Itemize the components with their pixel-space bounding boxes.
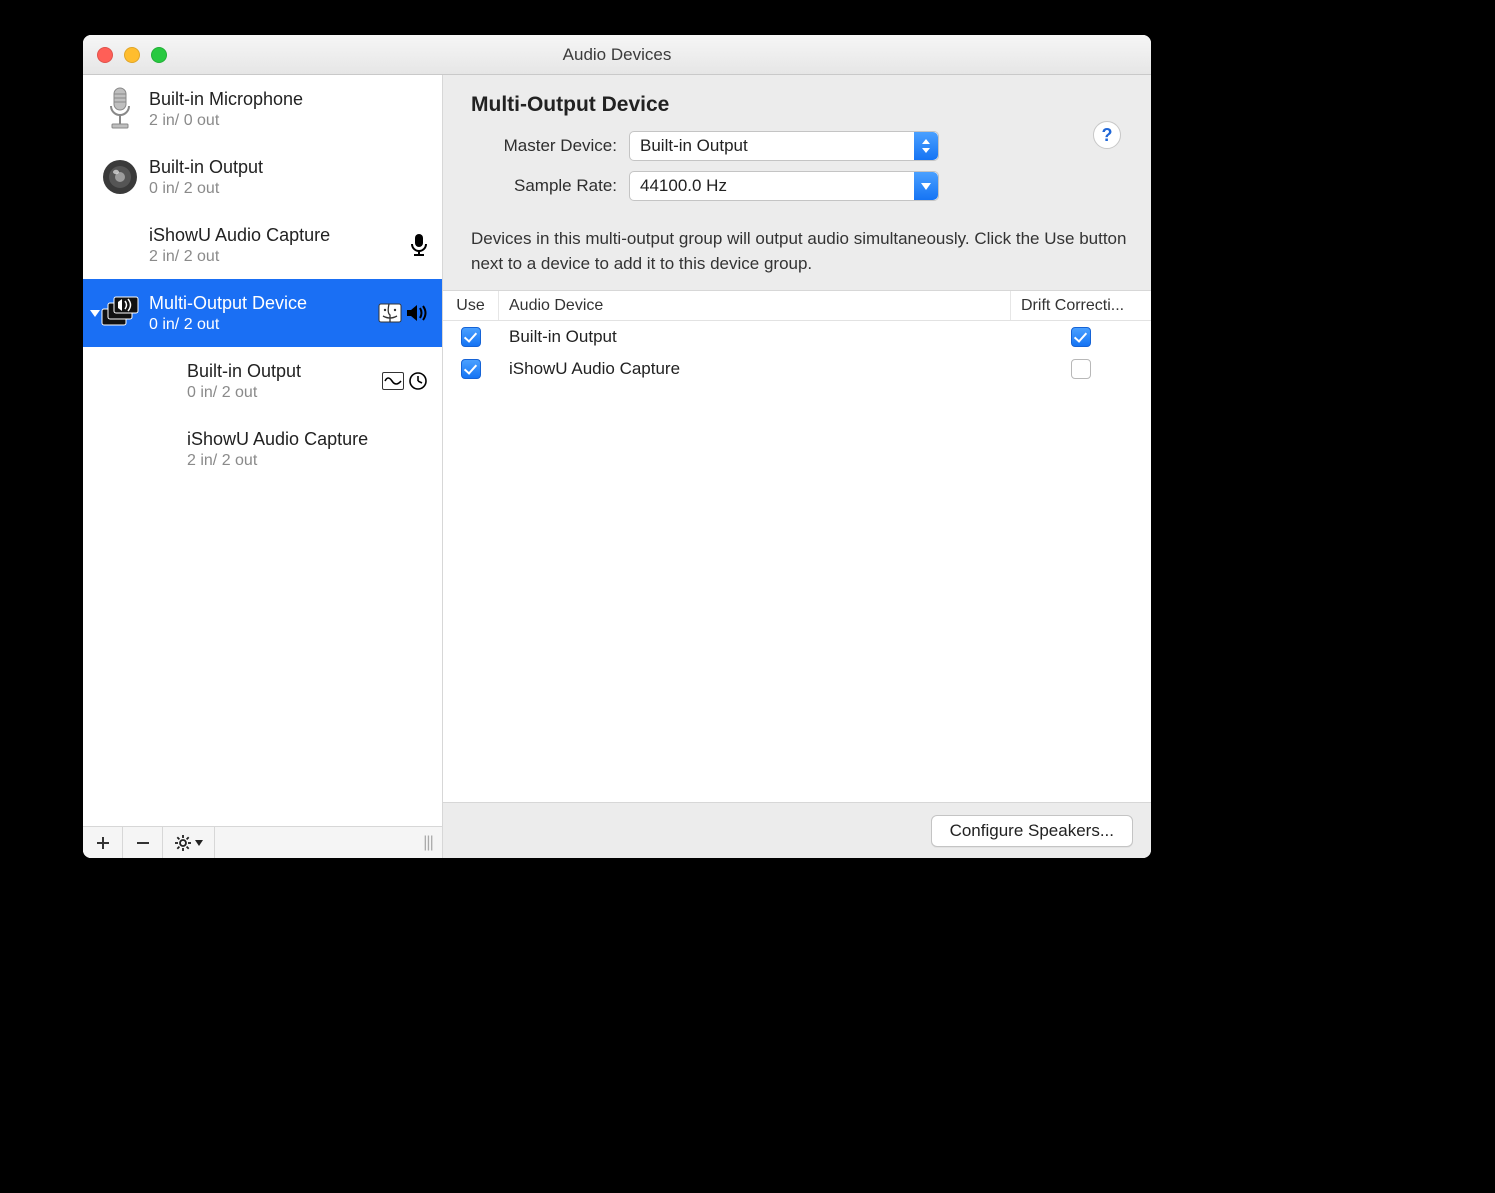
- waveform-badge-icon: [382, 372, 404, 390]
- device-io: 0 in/ 2 out: [149, 316, 378, 334]
- updown-stepper-icon: [914, 132, 938, 160]
- sidebar-toolbar: |||: [83, 826, 442, 858]
- chevron-down-icon: [914, 172, 938, 200]
- system-output-icon: [406, 303, 428, 323]
- device-io: 0 in/ 2 out: [149, 180, 434, 198]
- help-button[interactable]: ?: [1093, 121, 1121, 149]
- device-name: Built-in Output: [149, 157, 434, 178]
- finder-badge-icon: [378, 303, 402, 323]
- device-name: iShowU Audio Capture: [149, 225, 410, 246]
- sample-rate-select[interactable]: 44100.0 Hz: [629, 171, 939, 201]
- device-name: Built-in Microphone: [149, 89, 434, 110]
- multi-output-icon: [95, 295, 145, 331]
- drift-checkbox[interactable]: [1071, 327, 1091, 347]
- help-icon: ?: [1102, 125, 1113, 146]
- device-name: Built-in Output: [187, 361, 382, 382]
- use-checkbox[interactable]: [461, 359, 481, 379]
- sample-rate-label: Sample Rate:: [471, 176, 629, 196]
- device-io: 2 in/ 0 out: [149, 112, 434, 130]
- add-device-button[interactable]: [83, 827, 123, 858]
- actions-menu-button[interactable]: [163, 827, 215, 858]
- audio-midi-setup-window: Audio Devices: [83, 35, 1151, 858]
- table-row[interactable]: iShowU Audio Capture: [443, 353, 1151, 385]
- master-device-select[interactable]: Built-in Output: [629, 131, 939, 161]
- drift-checkbox[interactable]: [1071, 359, 1091, 379]
- row-device-name: Built-in Output: [499, 327, 1011, 347]
- table-row[interactable]: Built-in Output: [443, 321, 1151, 353]
- gear-icon: [174, 834, 192, 852]
- device-name: iShowU Audio Capture: [187, 429, 434, 450]
- use-checkbox[interactable]: [461, 327, 481, 347]
- system-input-icon: [410, 233, 428, 257]
- zoom-window-button[interactable]: [151, 47, 167, 63]
- speaker-icon: [95, 155, 145, 199]
- close-window-button[interactable]: [97, 47, 113, 63]
- sidebar-device-ishowu[interactable]: iShowU Audio Capture 2 in/ 2 out: [83, 211, 442, 279]
- info-text: Devices in this multi-output group will …: [443, 223, 1151, 290]
- master-device-label: Master Device:: [471, 136, 629, 156]
- column-audio-device[interactable]: Audio Device: [499, 291, 1011, 320]
- sidebar-device-builtin-output[interactable]: Built-in Output 0 in/ 2 out: [83, 143, 442, 211]
- subdevice-table: Use Audio Device Drift Correcti... Built…: [443, 290, 1151, 803]
- detail-title: Multi-Output Device: [471, 93, 1093, 117]
- sidebar-device-multi-output[interactable]: Multi-Output Device 0 in/ 2 out: [83, 279, 442, 347]
- device-io: 2 in/ 2 out: [187, 452, 434, 470]
- sidebar-subdevice-ishowu[interactable]: iShowU Audio Capture 2 in/ 2 out: [83, 415, 442, 483]
- device-name: Multi-Output Device: [149, 293, 378, 314]
- sample-rate-value: 44100.0 Hz: [640, 176, 727, 196]
- disclosure-triangle-icon[interactable]: [89, 307, 101, 319]
- sidebar-subdevice-builtin-output[interactable]: Built-in Output 0 in/ 2 out: [83, 347, 442, 415]
- device-io: 0 in/ 2 out: [187, 384, 382, 402]
- window-title: Audio Devices: [83, 45, 1151, 65]
- column-drift-correction[interactable]: Drift Correcti...: [1011, 291, 1151, 320]
- device-io: 2 in/ 2 out: [149, 248, 410, 266]
- configure-speakers-button[interactable]: Configure Speakers...: [931, 815, 1133, 847]
- detail-pane: Multi-Output Device Master Device: Built…: [443, 75, 1151, 858]
- table-header: Use Audio Device Drift Correcti...: [443, 291, 1151, 321]
- device-sidebar: Built-in Microphone 2 in/ 0 out: [83, 75, 443, 858]
- titlebar: Audio Devices: [83, 35, 1151, 75]
- detail-header: Multi-Output Device Master Device: Built…: [443, 75, 1151, 223]
- table-body: Built-in Output iShowU Audio Capture: [443, 321, 1151, 802]
- sidebar-resize-grip[interactable]: |||: [414, 827, 442, 858]
- clock-badge-icon: [408, 371, 428, 391]
- detail-footer: Configure Speakers...: [443, 803, 1151, 858]
- column-use[interactable]: Use: [443, 291, 499, 320]
- row-device-name: iShowU Audio Capture: [499, 359, 1011, 379]
- microphone-icon: [95, 86, 145, 132]
- device-list: Built-in Microphone 2 in/ 0 out: [83, 75, 442, 826]
- sidebar-device-builtin-microphone[interactable]: Built-in Microphone 2 in/ 0 out: [83, 75, 442, 143]
- remove-device-button[interactable]: [123, 827, 163, 858]
- traffic-lights: [97, 47, 167, 63]
- chevron-down-icon: [194, 839, 204, 847]
- minimize-window-button[interactable]: [124, 47, 140, 63]
- master-device-value: Built-in Output: [640, 136, 748, 156]
